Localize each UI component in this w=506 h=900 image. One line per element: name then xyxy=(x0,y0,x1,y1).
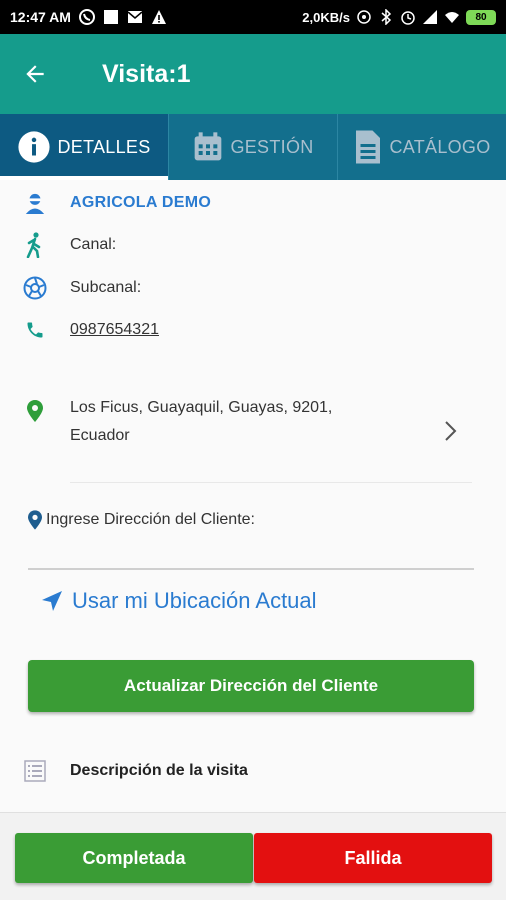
arrow-left-icon xyxy=(26,65,44,83)
mail-icon xyxy=(127,11,143,23)
tab-bar: DETALLES GESTIÓN CATÁLOGO xyxy=(0,114,506,180)
wifi-icon xyxy=(445,12,459,23)
walking-icon xyxy=(26,232,41,258)
phone-link[interactable]: 0987654321 xyxy=(70,321,159,339)
whatsapp-icon xyxy=(78,9,95,25)
tab-detalles[interactable]: DETALLES xyxy=(0,114,168,180)
alarm-icon xyxy=(401,11,415,25)
client-address-input[interactable] xyxy=(28,540,474,570)
tab-gestion[interactable]: GESTIÓN xyxy=(168,114,337,180)
subcanal-row: Subcanal: xyxy=(0,275,506,301)
phone-icon xyxy=(27,322,43,338)
description-row[interactable]: Descripción de la visita xyxy=(0,760,506,782)
use-location-label: Usar mi Ubicación Actual xyxy=(72,588,317,613)
bottom-action-bar: Completada Fallida xyxy=(0,812,506,900)
battery-icon: 80 xyxy=(466,9,496,25)
address-row[interactable]: Los Ficus, Guayaquil, Guayas, 9201, Ecua… xyxy=(0,394,506,454)
back-button[interactable] xyxy=(0,34,70,114)
update-address-button[interactable]: Actualizar Dirección del Cliente xyxy=(28,660,474,712)
status-time: 12:47 AM xyxy=(10,9,71,25)
net-speed: 2,0KB/s xyxy=(302,9,350,25)
client-name-row: AGRICOLA DEMO xyxy=(0,190,506,216)
navigation-arrow-icon xyxy=(42,591,62,611)
status-bar: 12:47 AM 2,0KB/s 80 xyxy=(0,0,506,34)
canal-label: Canal: xyxy=(70,236,117,253)
square-icon xyxy=(103,10,118,24)
divider xyxy=(70,482,472,483)
cell-signal-icon xyxy=(423,10,437,24)
use-current-location-button[interactable]: Usar mi Ubicación Actual xyxy=(40,588,317,614)
tab-label: CATÁLOGO xyxy=(389,136,491,157)
tab-label: GESTIÓN xyxy=(230,136,314,157)
list-icon xyxy=(24,760,46,782)
details-panel: AGRICOLA DEMO Canal: Subcanal: 098765432… xyxy=(0,180,506,812)
address-input-label-row: Ingrese Dirección del Cliente: xyxy=(28,510,255,530)
location-pin-icon xyxy=(28,510,42,530)
tab-label: DETALLES xyxy=(57,136,151,157)
phone-row[interactable]: 0987654321 xyxy=(0,317,506,343)
signal-icon xyxy=(357,10,371,24)
person-icon xyxy=(25,193,45,214)
client-address: Los Ficus, Guayaquil, Guayas, 9201, Ecua… xyxy=(70,399,333,444)
chevron-right-icon[interactable] xyxy=(444,420,458,442)
document-icon xyxy=(356,130,381,164)
failed-button[interactable]: Fallida xyxy=(254,833,492,883)
warning-icon xyxy=(151,10,166,24)
map-pin-icon xyxy=(27,400,43,422)
canal-row: Canal: xyxy=(0,232,506,258)
tab-catalogo[interactable]: CATÁLOGO xyxy=(337,114,506,180)
subcanal-label: Subcanal: xyxy=(70,279,142,296)
address-input-label: Ingrese Dirección del Cliente: xyxy=(46,511,255,528)
page-title: Visita:1 xyxy=(102,59,191,88)
calendar-icon xyxy=(195,132,222,161)
app-bar: Visita:1 xyxy=(0,34,506,114)
bluetooth-icon xyxy=(381,9,392,25)
aperture-icon xyxy=(23,276,47,300)
info-icon xyxy=(18,131,51,163)
description-label: Descripción de la visita xyxy=(70,762,248,779)
completed-button[interactable]: Completada xyxy=(15,833,253,883)
client-name: AGRICOLA DEMO xyxy=(70,194,212,211)
